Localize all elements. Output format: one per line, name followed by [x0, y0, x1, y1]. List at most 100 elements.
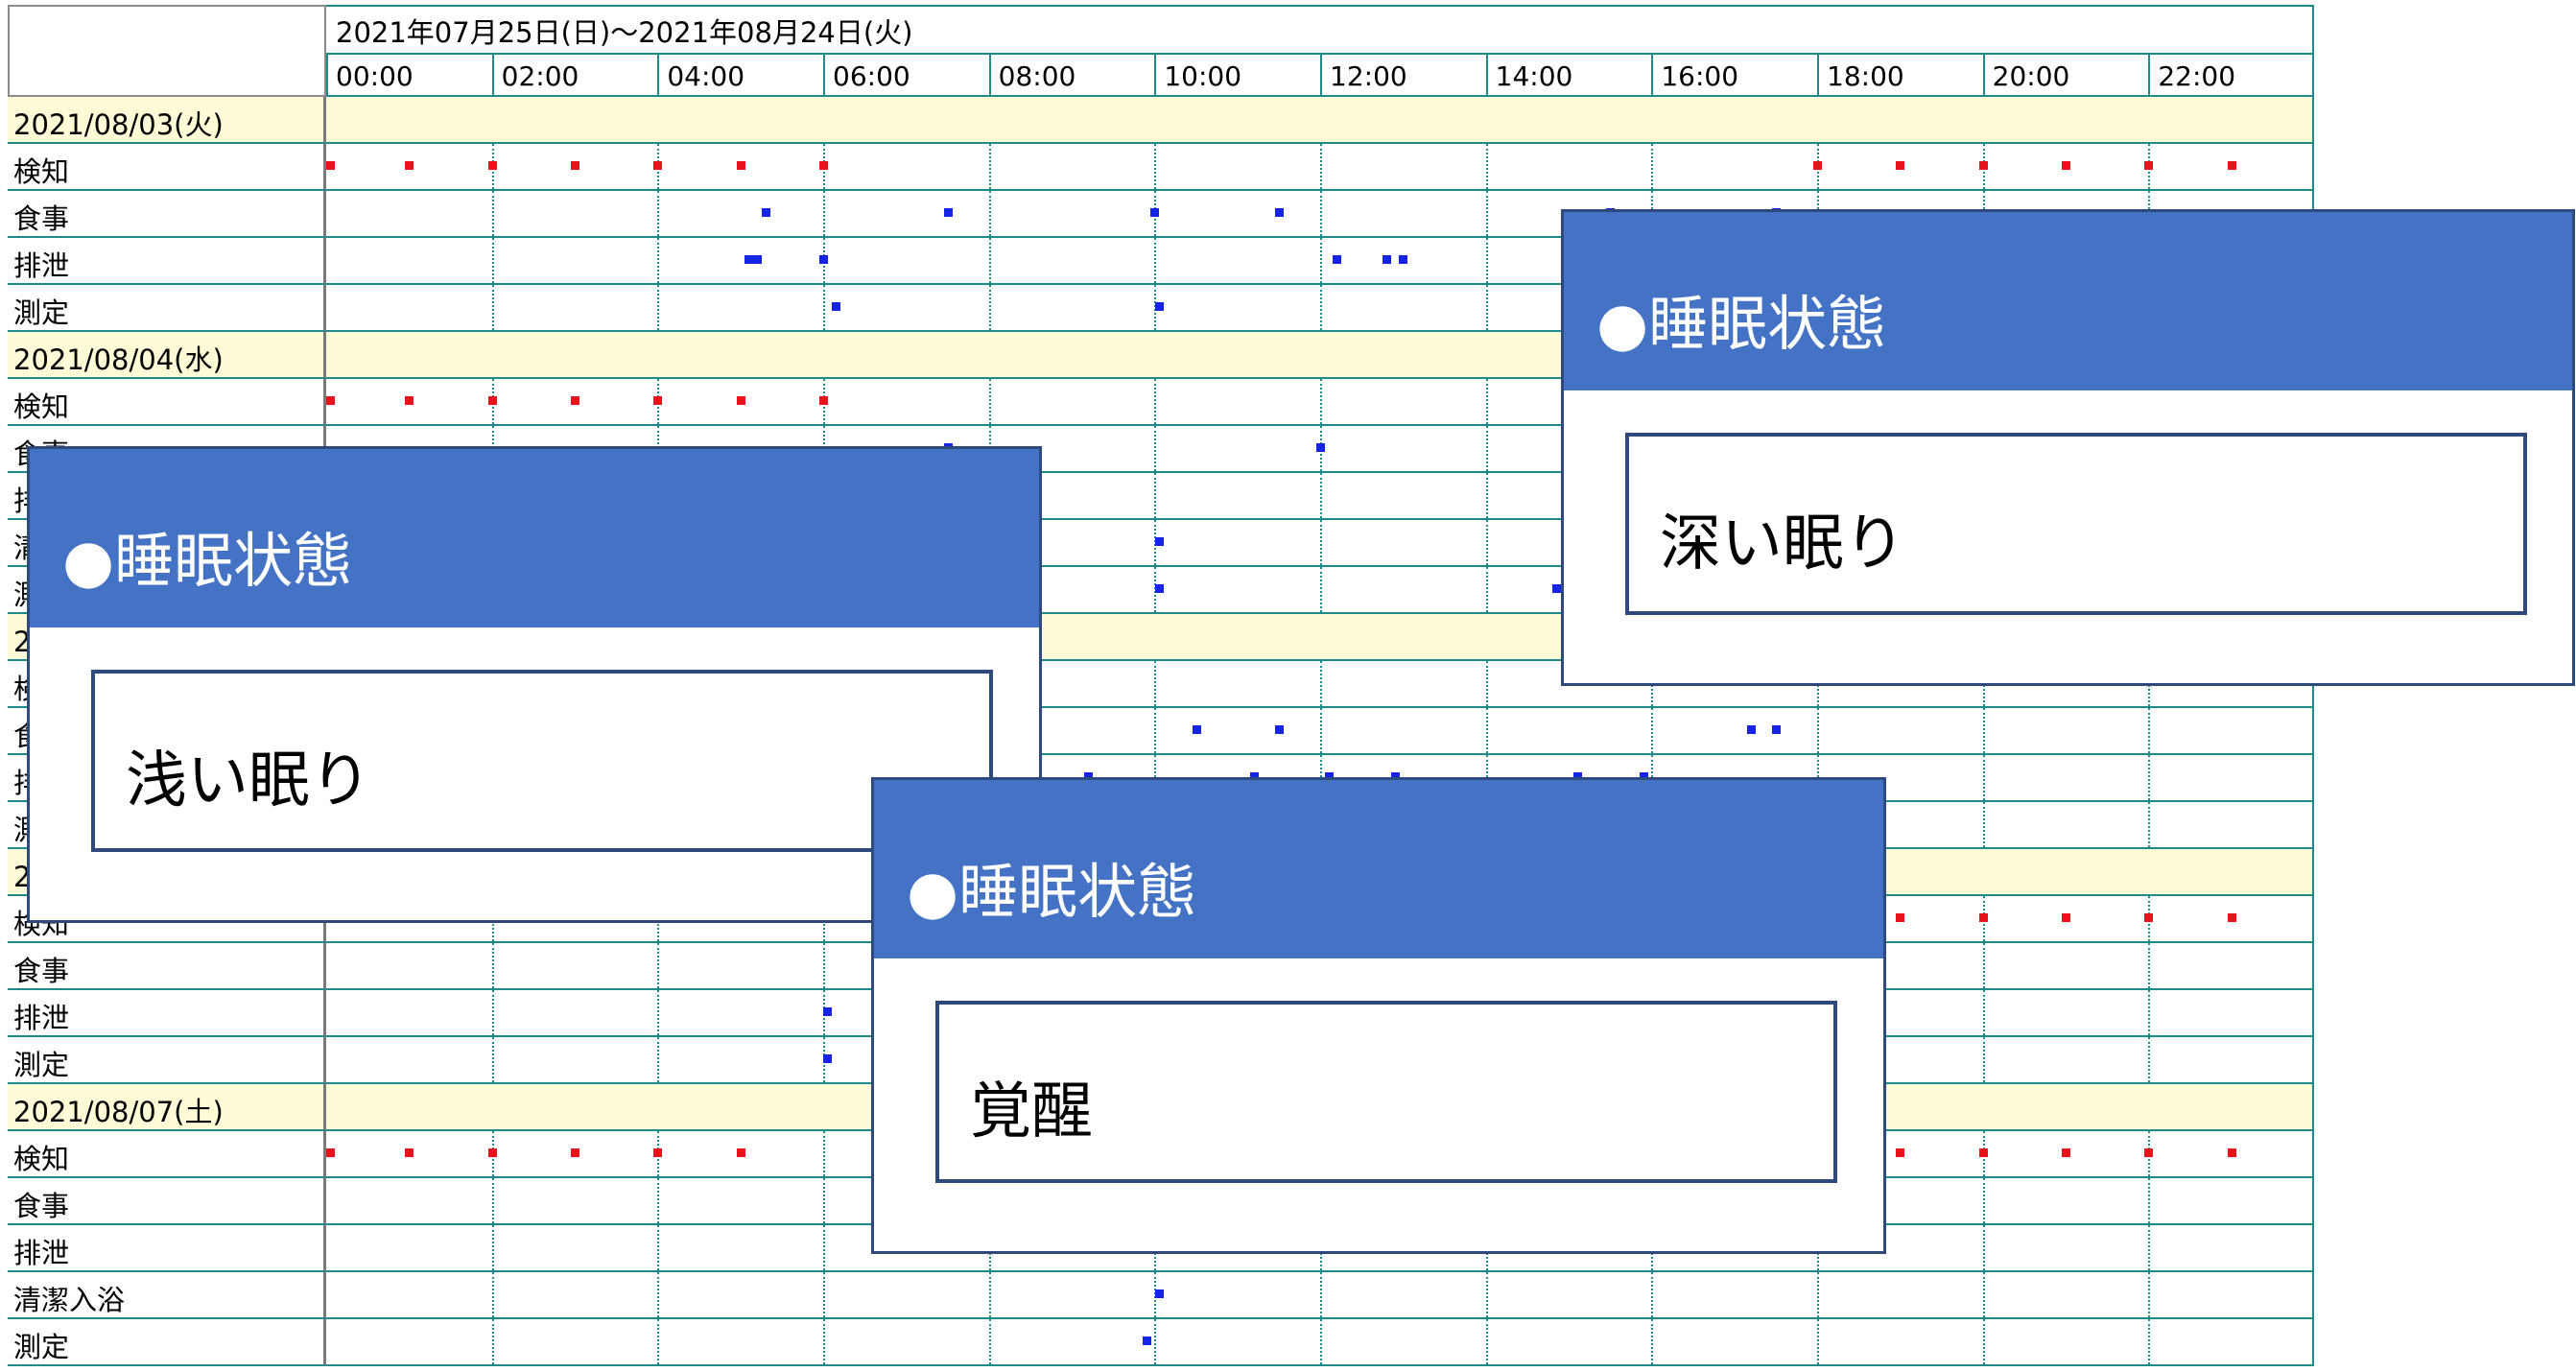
grid-line [988, 1272, 991, 1317]
detect-mark [653, 396, 663, 405]
grid-line [1982, 755, 1985, 800]
grid-line [1982, 1225, 1985, 1270]
popup-header: ●睡眠状態 [30, 449, 1039, 627]
event-mark [1333, 255, 1342, 264]
detect-mark [571, 161, 579, 170]
grid-line [2148, 1319, 2151, 1364]
row-label: 検知 [8, 1131, 326, 1178]
row-label: 食事 [8, 191, 326, 238]
grid-line [1320, 144, 1322, 189]
row-label: 測定 [8, 285, 326, 332]
grid-line [1982, 990, 1985, 1035]
detect-mark [2062, 161, 2070, 170]
grid-line [657, 990, 660, 1035]
detect-mark [571, 1148, 579, 1157]
event-mark [1316, 443, 1325, 452]
grid-line [2148, 943, 2151, 988]
event-row: 測定 [8, 1319, 2314, 1366]
event-mark [1274, 208, 1284, 217]
popup-title: ●睡眠状態 [907, 857, 1197, 927]
grid-line [1320, 520, 1322, 565]
grid-line [1485, 473, 1488, 518]
grid-line [2148, 802, 2151, 847]
detect-mark [1978, 1148, 1988, 1157]
event-row: 清潔入浴 [8, 1272, 2314, 1319]
grid-line [1154, 708, 1157, 753]
detect-mark [2144, 1148, 2154, 1157]
grid-line [1320, 661, 1322, 706]
grid-line [657, 1319, 660, 1364]
grid-line [657, 1272, 660, 1317]
date-label: 2021/08/04(水) [8, 332, 326, 379]
grid-line [491, 1272, 494, 1317]
grid-line [1982, 1272, 1985, 1317]
grid-line [1485, 1319, 1488, 1364]
event-mark [831, 302, 840, 311]
detect-mark [1896, 913, 1905, 922]
event-mark [1274, 725, 1284, 734]
grid-line [2148, 990, 2151, 1035]
grid-line [1485, 238, 1488, 283]
event-mark [823, 1007, 833, 1016]
grid-line [1982, 1178, 1985, 1223]
grid-line [657, 285, 660, 330]
detect-mark [405, 161, 414, 170]
hour-label: 06:00 [823, 55, 989, 95]
detect-mark [653, 1148, 663, 1157]
grid-line [1485, 379, 1488, 424]
grid-line [1320, 379, 1322, 424]
grid-line [1320, 567, 1322, 612]
sleep-status-box: 深い眠り [1625, 433, 2527, 615]
grid-line [2148, 1037, 2151, 1082]
date-label: 2021/08/07(土) [8, 1084, 326, 1131]
popup-header: ●睡眠状態 [1564, 212, 2572, 390]
hour-label: 08:00 [988, 55, 1155, 95]
event-mark [1552, 584, 1562, 593]
grid-line [823, 1131, 825, 1176]
grid-line [988, 144, 991, 189]
date-label: 2021/08/03(火) [8, 97, 326, 144]
hour-label: 16:00 [1651, 55, 1817, 95]
row-label: 排泄 [8, 238, 326, 285]
grid-line [491, 943, 494, 988]
grid-line [1651, 1272, 1654, 1317]
detect-mark [487, 396, 497, 405]
detect-mark [2062, 1148, 2070, 1157]
grid-line [988, 285, 991, 330]
grid-line [988, 1319, 991, 1364]
grid-line [823, 1225, 825, 1270]
grid-line [491, 1225, 494, 1270]
row-label: 食事 [8, 1178, 326, 1225]
grid-line [491, 1037, 494, 1082]
detect-mark [736, 161, 745, 170]
grid-line [1485, 1272, 1488, 1317]
grid-line [491, 1178, 494, 1223]
hour-label: 00:00 [326, 55, 492, 95]
sleep-status-text: 覚醒 [970, 1076, 1093, 1147]
detect-mark [2227, 161, 2236, 170]
detect-mark [1978, 913, 1988, 922]
corner-cell [8, 5, 326, 97]
grid-line [1154, 473, 1157, 518]
grid-line [2148, 1225, 2151, 1270]
grid-line [1154, 144, 1157, 189]
grid-line [1982, 802, 1985, 847]
event-mark [1383, 255, 1392, 264]
event-mark [1154, 537, 1164, 546]
grid-line [1154, 426, 1157, 471]
grid-line [2148, 755, 2151, 800]
event-mark [752, 255, 762, 264]
grid-line [988, 379, 991, 424]
grid-line [2148, 1178, 2151, 1223]
row-track [326, 1319, 2314, 1366]
popup-title: ●睡眠状態 [62, 526, 353, 596]
event-mark [1150, 208, 1160, 217]
sleep-status-box: 覚醒 [935, 1001, 1837, 1183]
grid-line [1154, 379, 1157, 424]
hour-label: 14:00 [1485, 55, 1652, 95]
row-label: 清潔入浴 [8, 1272, 326, 1319]
sleep-status-popup-awake: ●睡眠状態 覚醒 [871, 777, 1886, 1254]
grid-line [1817, 1272, 1819, 1317]
grid-line [1651, 144, 1654, 189]
grid-line [657, 1178, 660, 1223]
